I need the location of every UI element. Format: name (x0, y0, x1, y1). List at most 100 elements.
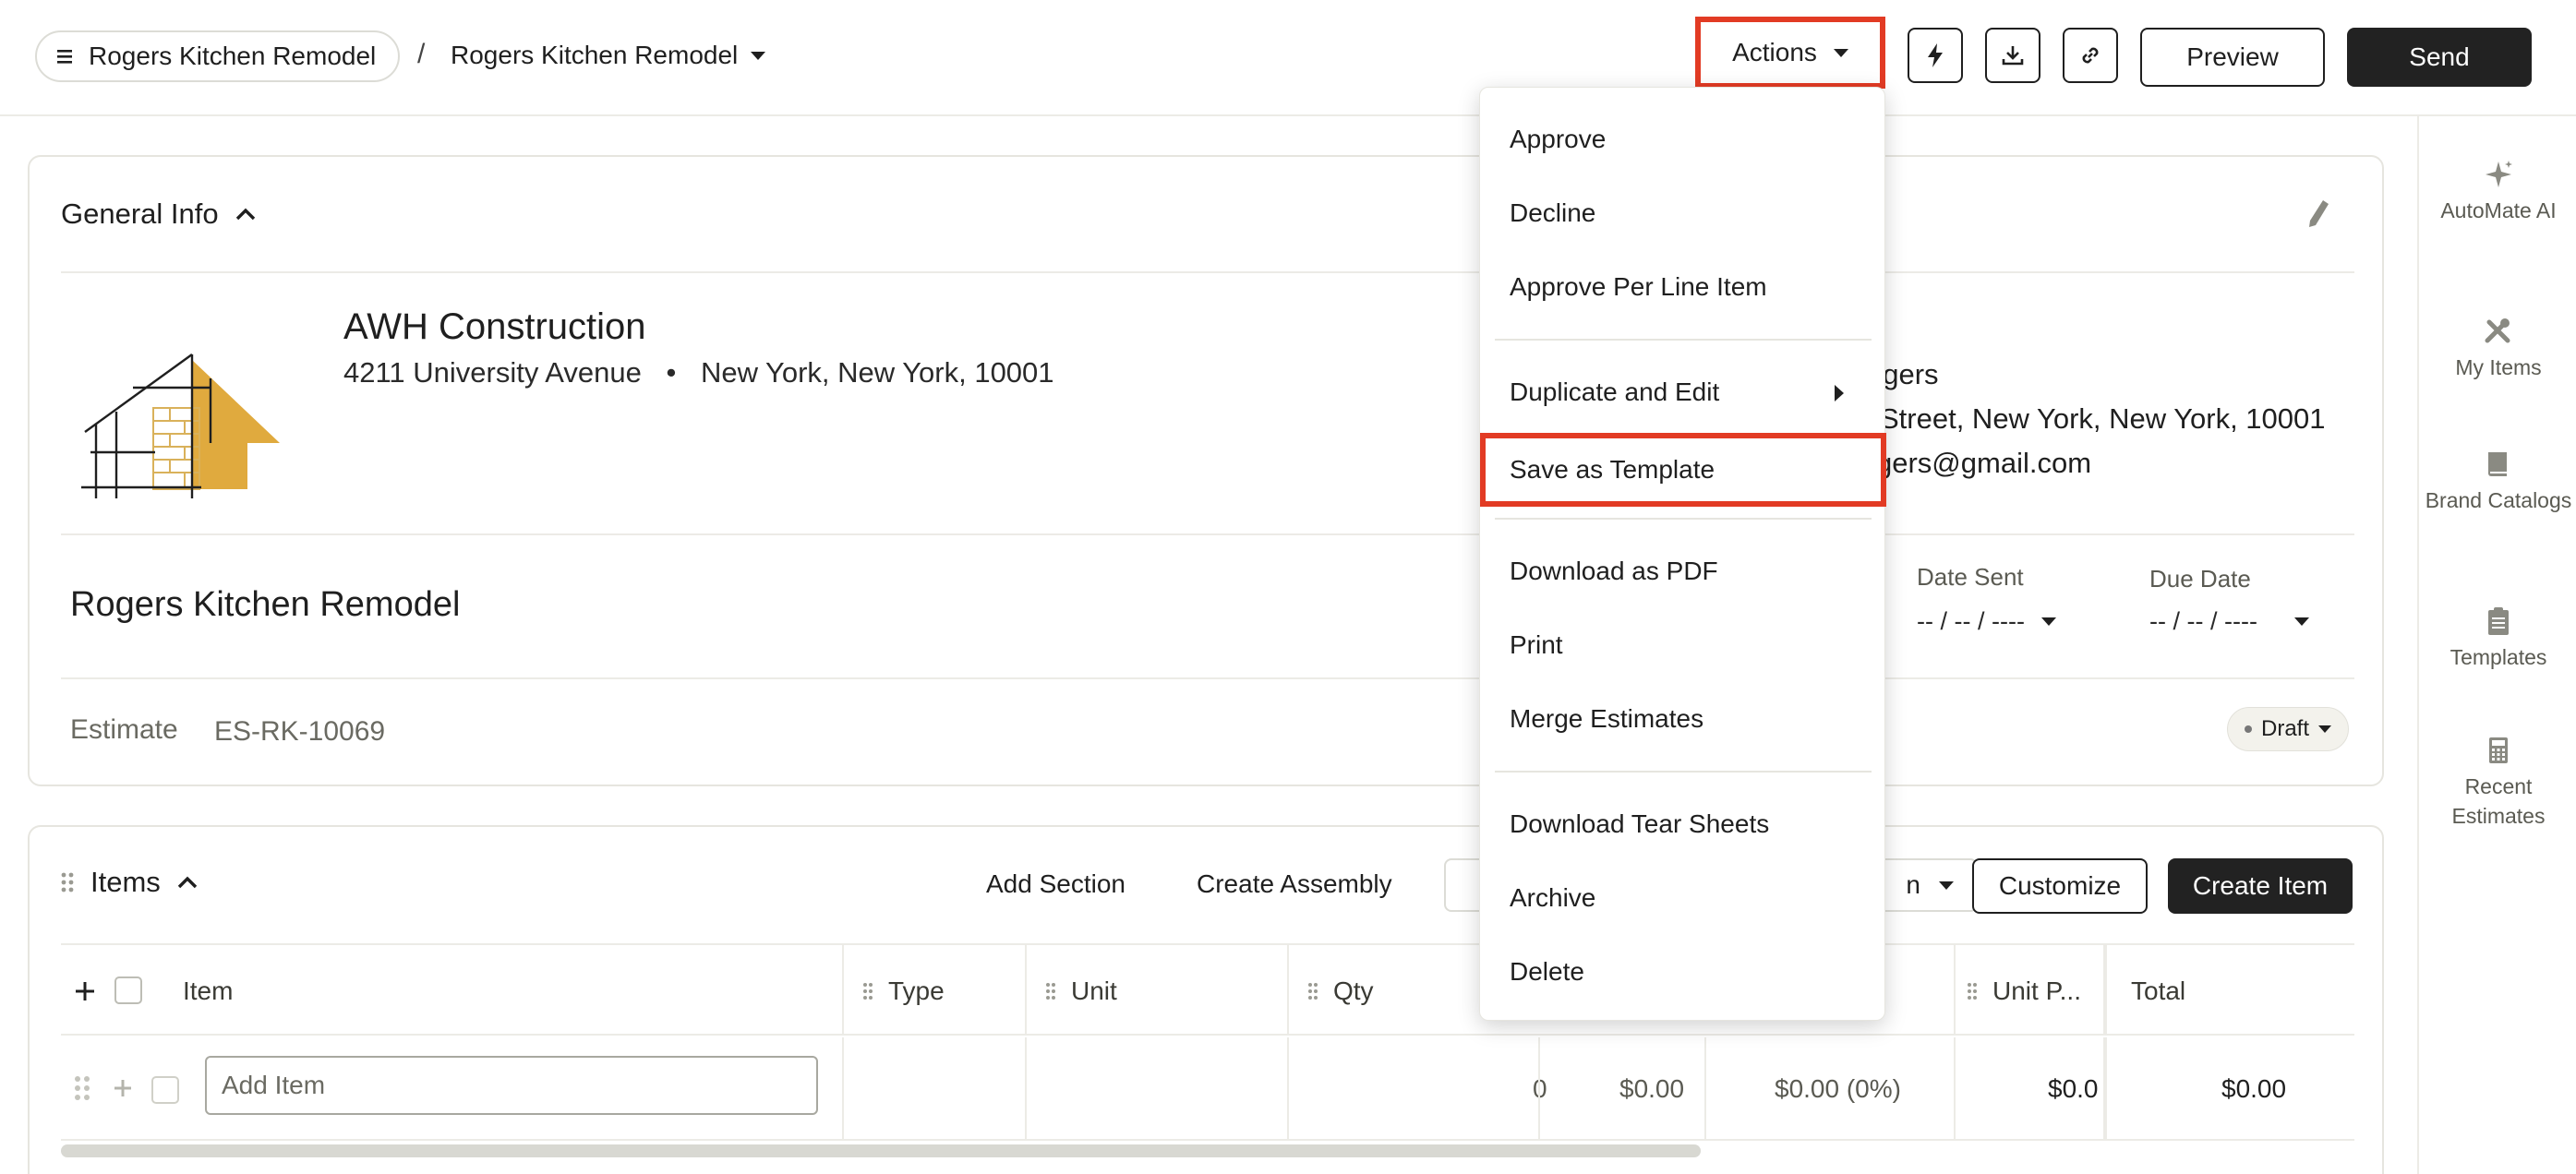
preview-button[interactable]: Preview (2140, 28, 2325, 87)
sidebar-item-recent-estimates[interactable]: Recent Estimates (2419, 735, 2576, 831)
column-divider (2103, 1037, 2107, 1139)
plus-icon[interactable] (113, 1078, 133, 1098)
address-bullet: • (666, 356, 677, 389)
menu-divider (1495, 771, 1872, 773)
divider (61, 677, 2354, 679)
lightning-icon (1928, 43, 1943, 67)
company-address: 4211 University Avenue • New York, New Y… (343, 356, 1054, 389)
column-header-unit-label: Unit (1071, 976, 1117, 1005)
sidebar-item-label: Recent Estimates (2451, 774, 2546, 828)
column-header-total[interactable]: Total (2131, 976, 2185, 1006)
column-header-type-label: Type (888, 976, 945, 1005)
add-item-input[interactable] (205, 1056, 818, 1115)
cost-cell[interactable]: $0.00 (1619, 1074, 1684, 1104)
customize-button[interactable]: Customize (1972, 858, 2148, 914)
client-email: gers@gmail.com (1876, 447, 2092, 479)
menu-item-archive[interactable]: Archive (1480, 865, 1886, 931)
menu-divider (1495, 518, 1872, 520)
column-header-item[interactable]: Item (183, 976, 233, 1006)
add-section-button[interactable]: Add Section (986, 869, 1125, 899)
drag-handle-icon[interactable] (61, 871, 74, 893)
due-date-picker[interactable]: -- / -- / ---- (2149, 607, 2309, 636)
column-header-type[interactable]: Type (862, 976, 945, 1006)
menu-item-merge-estimates[interactable]: Merge Estimates (1480, 686, 1886, 752)
select-all-checkbox[interactable] (114, 976, 142, 1004)
total-cell: $0.00 (2221, 1074, 2287, 1103)
create-item-button[interactable]: Create Item (2168, 858, 2353, 914)
column-divider (1954, 945, 1956, 1034)
drag-handle-icon[interactable] (1045, 981, 1056, 1001)
date-sent-value: -- / -- / ---- (1917, 607, 2025, 635)
actions-button[interactable]: Actions (1695, 17, 1885, 89)
tools-icon (2485, 318, 2510, 343)
right-sidebar: AutoMate AI My Items Brand Catalogs Temp… (2417, 116, 2576, 1174)
chevron-right-icon (1835, 385, 1844, 401)
date-sent-picker[interactable]: -- / -- / ---- (1917, 607, 2056, 636)
drag-handle-icon[interactable] (74, 1074, 90, 1102)
column-header-qty[interactable]: Qty (1307, 976, 1374, 1006)
menu-item-duplicate-and-edit[interactable]: Duplicate and Edit (1480, 359, 1886, 425)
items-title: Items (90, 866, 161, 898)
drag-handle-icon[interactable] (862, 981, 873, 1001)
download-button[interactable] (1985, 28, 2040, 83)
company-street: 4211 University Avenue (343, 356, 642, 389)
drag-handle-icon[interactable] (1307, 981, 1318, 1001)
due-date-value: -- / -- / ---- (2149, 607, 2257, 635)
download-icon (2002, 46, 2024, 66)
chevron-up-icon (177, 876, 197, 889)
sidebar-item-templates[interactable]: Templates (2419, 605, 2576, 672)
book-icon (2488, 452, 2507, 476)
date-sent-label: Date Sent (1917, 563, 2024, 591)
breadcrumb-current-dropdown[interactable]: Rogers Kitchen Remodel (451, 41, 766, 70)
menu-item-download-tear-sheets[interactable]: Download Tear Sheets (1480, 791, 1886, 857)
menu-item-label: Duplicate and Edit (1510, 377, 1720, 406)
drag-handle-icon[interactable] (1967, 981, 1978, 1001)
chevron-up-icon (235, 208, 255, 221)
horizontal-scrollbar[interactable] (61, 1144, 1701, 1157)
sidebar-item-automate-ai[interactable]: AutoMate AI (2419, 159, 2576, 225)
general-info-toggle[interactable]: General Info (61, 198, 256, 231)
edit-pencil-icon[interactable] (2305, 198, 2332, 229)
sidebar-item-label: Templates (2450, 645, 2547, 669)
menu-item-download-as-pdf[interactable]: Download as PDF (1480, 538, 1886, 605)
chevron-down-icon (2293, 617, 2309, 626)
status-badge[interactable]: Draft (2227, 707, 2350, 751)
unit-price-cell[interactable]: $0.0 (2048, 1074, 2099, 1104)
menu-item-decline[interactable]: Decline (1480, 180, 1886, 246)
markup-cell[interactable]: $0.00 (0%) (1775, 1074, 1901, 1104)
menu-item-print[interactable]: Print (1480, 612, 1886, 678)
divider (61, 271, 2354, 273)
menu-item-approve[interactable]: Approve (1480, 106, 1886, 173)
send-button[interactable]: Send (2347, 28, 2532, 87)
general-info-title: General Info (61, 198, 219, 230)
client-address: Street, New York, New York, 10001 (1880, 402, 2326, 435)
column-divider (1538, 1037, 1540, 1139)
sidebar-item-brand-catalogs[interactable]: Brand Catalogs (2419, 449, 2576, 515)
chevron-down-icon (1833, 48, 1848, 57)
menu-item-approve-per-line-item[interactable]: Approve Per Line Item (1480, 254, 1886, 320)
column-header-unit-price[interactable]: Unit P... (1967, 976, 2081, 1006)
copy-link-button[interactable] (2063, 28, 2118, 83)
sidebar-item-my-items[interactable]: My Items (2419, 316, 2576, 382)
breadcrumb-current-label: Rogers Kitchen Remodel (451, 41, 739, 69)
menu-item-save-as-template[interactable]: Save as Template (1480, 433, 1886, 507)
sidebar-item-label: My Items (2455, 355, 2542, 379)
company-name: AWH Construction (343, 306, 646, 347)
calculator-icon (2489, 737, 2508, 763)
items-toggle[interactable]: Items (61, 866, 198, 899)
quick-actions-button[interactable] (1908, 28, 1963, 83)
general-info-card: General Info AWH Construction 4211 Unive… (28, 155, 2384, 786)
items-card: Items Add Section Create Assembly n Cust… (28, 825, 2384, 1174)
row-checkbox[interactable] (151, 1076, 179, 1104)
column-header-unit[interactable]: Unit (1045, 976, 1117, 1006)
menu-item-delete[interactable]: Delete (1480, 939, 1886, 1005)
create-assembly-button[interactable]: Create Assembly (1197, 869, 1392, 899)
estimate-number: ES-RK-10069 (214, 716, 386, 747)
plus-icon[interactable] (74, 980, 96, 1002)
sparkle-icon (2486, 161, 2512, 187)
breadcrumb-root-label: Rogers Kitchen Remodel (89, 42, 377, 70)
link-icon (2082, 47, 2099, 64)
column-divider (1287, 1037, 1289, 1139)
breadcrumb-root-button[interactable]: Rogers Kitchen Remodel (35, 30, 401, 82)
column-divider (1704, 1037, 1706, 1139)
